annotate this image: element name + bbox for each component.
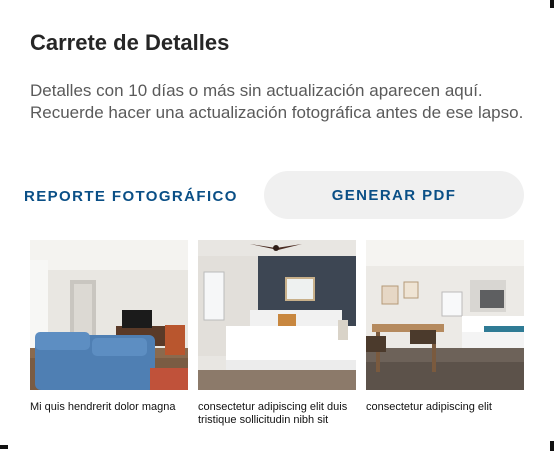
corner-mark — [550, 0, 554, 8]
gallery-photo-living-room[interactable] — [30, 240, 188, 390]
generate-pdf-button[interactable]: GENERAR PDF — [264, 171, 524, 219]
gallery-caption: consectetur adipiscing elit — [366, 401, 492, 413]
gallery-photo-dining-kitchen[interactable] — [366, 240, 524, 390]
dining-kitchen-image — [366, 240, 524, 390]
corner-mark — [550, 441, 554, 451]
gallery-caption: consectetur adipiscing elit duis tristiq… — [198, 401, 348, 426]
corner-mark — [0, 445, 8, 449]
bedroom-image — [198, 240, 356, 390]
page-title: Carrete de Detalles — [30, 30, 230, 55]
photo-report-button[interactable]: REPORTE FOTOGRÁFICO — [24, 184, 238, 208]
gallery-caption: Mi quis hendrerit dolor magna — [30, 401, 176, 413]
living-room-image — [30, 240, 188, 390]
page-description: Detalles con 10 días o más sin actualiza… — [30, 81, 524, 122]
gallery-photo-bedroom[interactable] — [198, 240, 356, 390]
